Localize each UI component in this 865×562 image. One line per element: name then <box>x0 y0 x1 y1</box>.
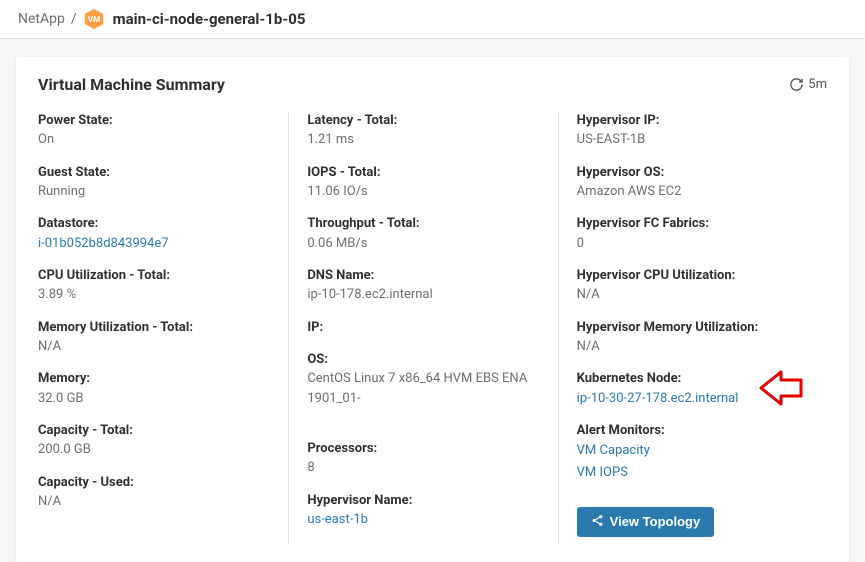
processors-label: Processors: <box>307 440 539 458</box>
hv-os-label: Hypervisor OS: <box>577 164 809 182</box>
share-icon <box>591 514 604 530</box>
hv-mem-label: Hypervisor Memory Utilization: <box>577 319 809 337</box>
alert-monitors-label: Alert Monitors: <box>577 422 809 440</box>
os-label: OS: <box>307 351 539 369</box>
summary-col-2: Latency - Total:1.21 ms IOPS - Total:11.… <box>288 112 557 544</box>
refresh-interval: 5m <box>808 77 827 92</box>
latency-label: Latency - Total: <box>307 112 539 130</box>
breadcrumb-separator: / <box>71 11 77 27</box>
hypervisor-name-label: Hypervisor Name: <box>307 492 539 510</box>
k8s-node-link[interactable]: ip-10-30-27-178.ec2.internal <box>577 389 809 409</box>
mem-util-label: Memory Utilization - Total: <box>38 319 270 337</box>
capacity-total-label: Capacity - Total: <box>38 422 270 440</box>
summary-col-1: Power State:On Guest State:Running Datas… <box>38 112 288 544</box>
memory-value: 32.0 GB <box>38 389 270 409</box>
breadcrumb-bar: NetApp / VM main-ci-node-general-1b-05 <box>0 0 865 39</box>
memory-label: Memory: <box>38 370 270 388</box>
breadcrumb-parent[interactable]: NetApp <box>18 11 65 27</box>
capacity-used-value: N/A <box>38 492 270 512</box>
cpu-util-value: 3.89 % <box>38 285 270 305</box>
hv-cpu-label: Hypervisor CPU Utilization: <box>577 267 809 285</box>
hv-fc-label: Hypervisor FC Fabrics: <box>577 215 809 233</box>
k8s-node-label: Kubernetes Node: <box>577 370 809 388</box>
card-title: Virtual Machine Summary <box>38 75 225 94</box>
hv-cpu-value: N/A <box>577 285 809 305</box>
refresh-icon <box>789 77 804 92</box>
guest-state-value: Running <box>38 182 270 202</box>
os-value: CentOS Linux 7 x86_64 HVM EBS ENA 1901_0… <box>307 369 539 408</box>
cpu-util-label: CPU Utilization - Total: <box>38 267 270 285</box>
processors-value: 8 <box>307 458 539 478</box>
ip-label: IP: <box>307 319 539 337</box>
hv-ip-label: Hypervisor IP: <box>577 112 809 130</box>
view-topology-label: View Topology <box>610 514 701 529</box>
power-state-value: On <box>38 130 270 150</box>
summary-col-3: Hypervisor IP:US-EAST-1B Hypervisor OS:A… <box>558 112 827 544</box>
dns-name-label: DNS Name: <box>307 267 539 285</box>
throughput-label: Throughput - Total: <box>307 215 539 233</box>
view-topology-button[interactable]: View Topology <box>577 507 715 537</box>
datastore-link[interactable]: i-01b052b8d843994e7 <box>38 234 270 254</box>
alert-link-vm-iops[interactable]: VM IOPS <box>577 462 809 484</box>
datastore-label: Datastore: <box>38 215 270 233</box>
iops-value: 11.06 IO/s <box>307 182 539 202</box>
hv-mem-value: N/A <box>577 337 809 357</box>
hv-ip-value: US-EAST-1B <box>577 130 809 150</box>
svg-text:VM: VM <box>87 15 100 25</box>
capacity-used-label: Capacity - Used: <box>38 474 270 492</box>
latency-value: 1.21 ms <box>307 130 539 150</box>
hv-os-value: Amazon AWS EC2 <box>577 182 809 202</box>
hypervisor-name-link[interactable]: us-east-1b <box>307 510 539 530</box>
dns-name-value: ip-10-178.ec2.internal <box>307 285 539 305</box>
guest-state-label: Guest State: <box>38 164 270 182</box>
refresh-control[interactable]: 5m <box>789 77 827 92</box>
summary-card: Virtual Machine Summary 5m Power State:O… <box>16 57 849 562</box>
power-state-label: Power State: <box>38 112 270 130</box>
throughput-value: 0.06 MB/s <box>307 234 539 254</box>
vm-icon: VM <box>83 8 105 30</box>
page-title: main-ci-node-general-1b-05 <box>113 10 306 28</box>
iops-label: IOPS - Total: <box>307 164 539 182</box>
alert-link-vm-capacity[interactable]: VM Capacity <box>577 440 809 462</box>
mem-util-value: N/A <box>38 337 270 357</box>
hv-fc-value: 0 <box>577 234 809 254</box>
capacity-total-value: 200.0 GB <box>38 440 270 460</box>
